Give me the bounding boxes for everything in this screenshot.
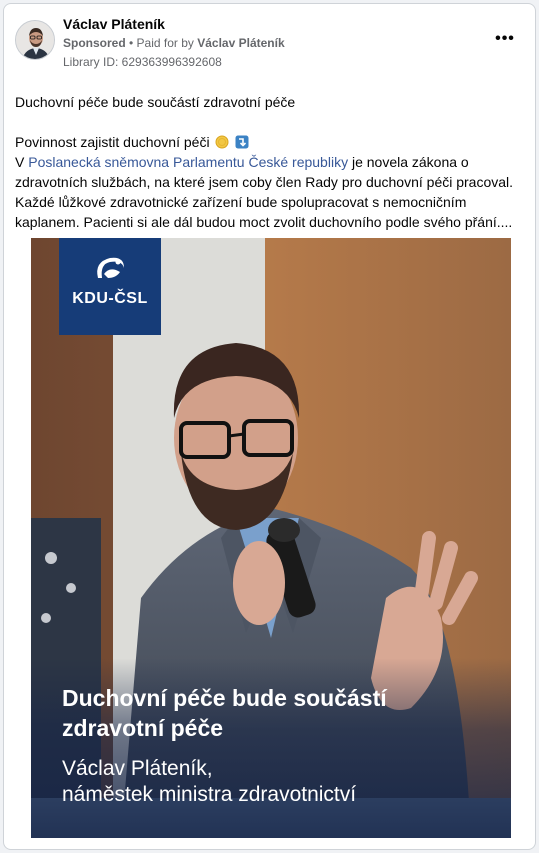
ad-header: Václav Pláteník Sponsored • Paid for by … (4, 4, 535, 84)
library-id: Library ID: 629363996392608 (63, 55, 222, 69)
post-line-2: Povinnost zajistit duchovní péči (15, 132, 527, 152)
coin-emoji-icon (215, 135, 229, 149)
arrow-turn-emoji-icon (235, 135, 249, 149)
creative-name-line: Václav Pláteník, (62, 757, 213, 780)
avatar[interactable] (15, 20, 55, 60)
author-name[interactable]: Václav Pláteník (63, 16, 165, 32)
more-options-button[interactable]: ••• (493, 31, 517, 48)
party-logo: KDU-ČSL (59, 238, 161, 335)
paid-for-name[interactable]: Václav Pláteník (197, 36, 284, 50)
sponsor-meta: Sponsored • Paid for by Václav Pláteník (63, 36, 285, 50)
party-emblem-icon (97, 257, 124, 278)
party-logo-text: KDU-ČSL (72, 290, 148, 307)
post-title-line: Duchovní péče bude součástí zdravotní pé… (15, 94, 296, 110)
parliament-link[interactable]: Poslanecká sněmovna Parlamentu České rep… (28, 154, 348, 170)
post-text: Duchovní péče bude součástí zdravotní pé… (15, 92, 527, 232)
meta-separator: • (125, 36, 137, 50)
creative-role-line: náměstek ministra zdravotnictví (62, 783, 357, 806)
post-line-2-text: Povinnost zajistit duchovní péči (15, 134, 210, 150)
paid-for-prefix: Paid for by (136, 36, 198, 50)
ad-card: Václav Pláteník Sponsored • Paid for by … (3, 3, 536, 850)
profile-photo (16, 21, 54, 59)
ad-creative-image[interactable]: KDU-ČSL Duchovní péče bude součástí zdra… (31, 238, 511, 838)
creative-caption: Václav Pláteník, náměstek ministra zdrav… (62, 756, 492, 808)
creative-headline: Duchovní péče bude součástí zdravotní pé… (62, 685, 387, 741)
sponsored-label: Sponsored (63, 36, 126, 50)
post-line-3-prefix: V (15, 154, 29, 170)
post-line-3: V Poslanecká sněmovna Parlamentu České r… (15, 152, 527, 232)
